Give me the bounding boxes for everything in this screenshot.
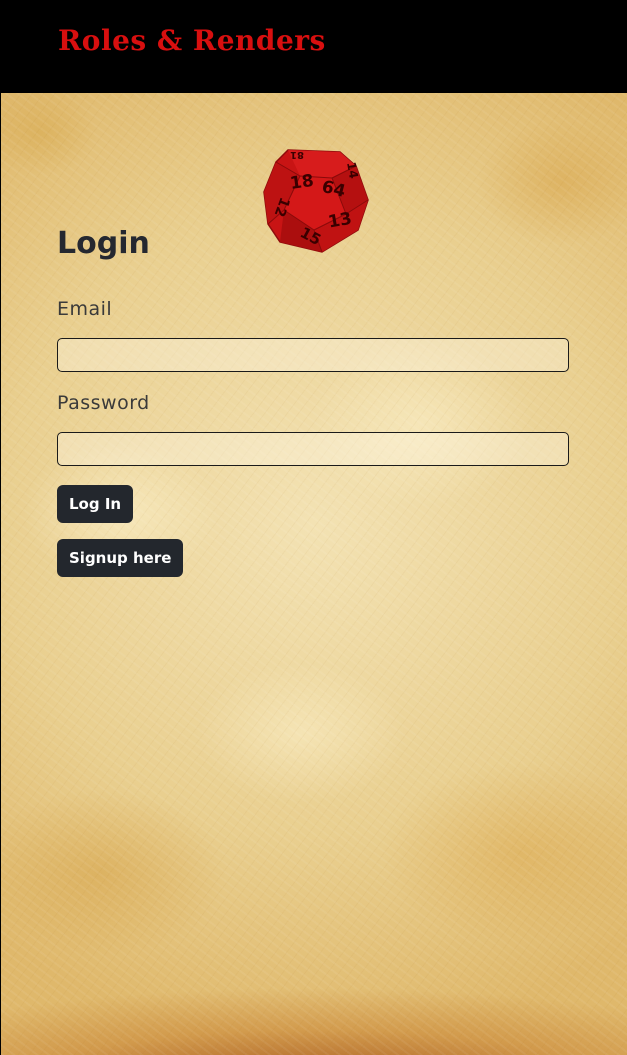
login-button[interactable]: Log In: [57, 485, 134, 523]
email-input[interactable]: [57, 338, 569, 372]
die-face-label: 14: [344, 161, 361, 180]
password-input[interactable]: [57, 432, 569, 466]
die-face-label: 13: [327, 209, 354, 233]
password-label: Password: [57, 392, 150, 414]
die-face-label: 18: [289, 171, 315, 194]
brand-link[interactable]: Roles & Renders: [58, 24, 326, 57]
navbar: Roles & Renders: [0, 0, 627, 93]
die-face-label: 81: [290, 149, 304, 160]
login-heading: Login: [57, 226, 150, 261]
email-label: Email: [57, 298, 113, 320]
d20-die-icon: 18 64 12 13 15 14 81: [263, 149, 369, 253]
signup-button[interactable]: Signup here: [57, 539, 184, 577]
